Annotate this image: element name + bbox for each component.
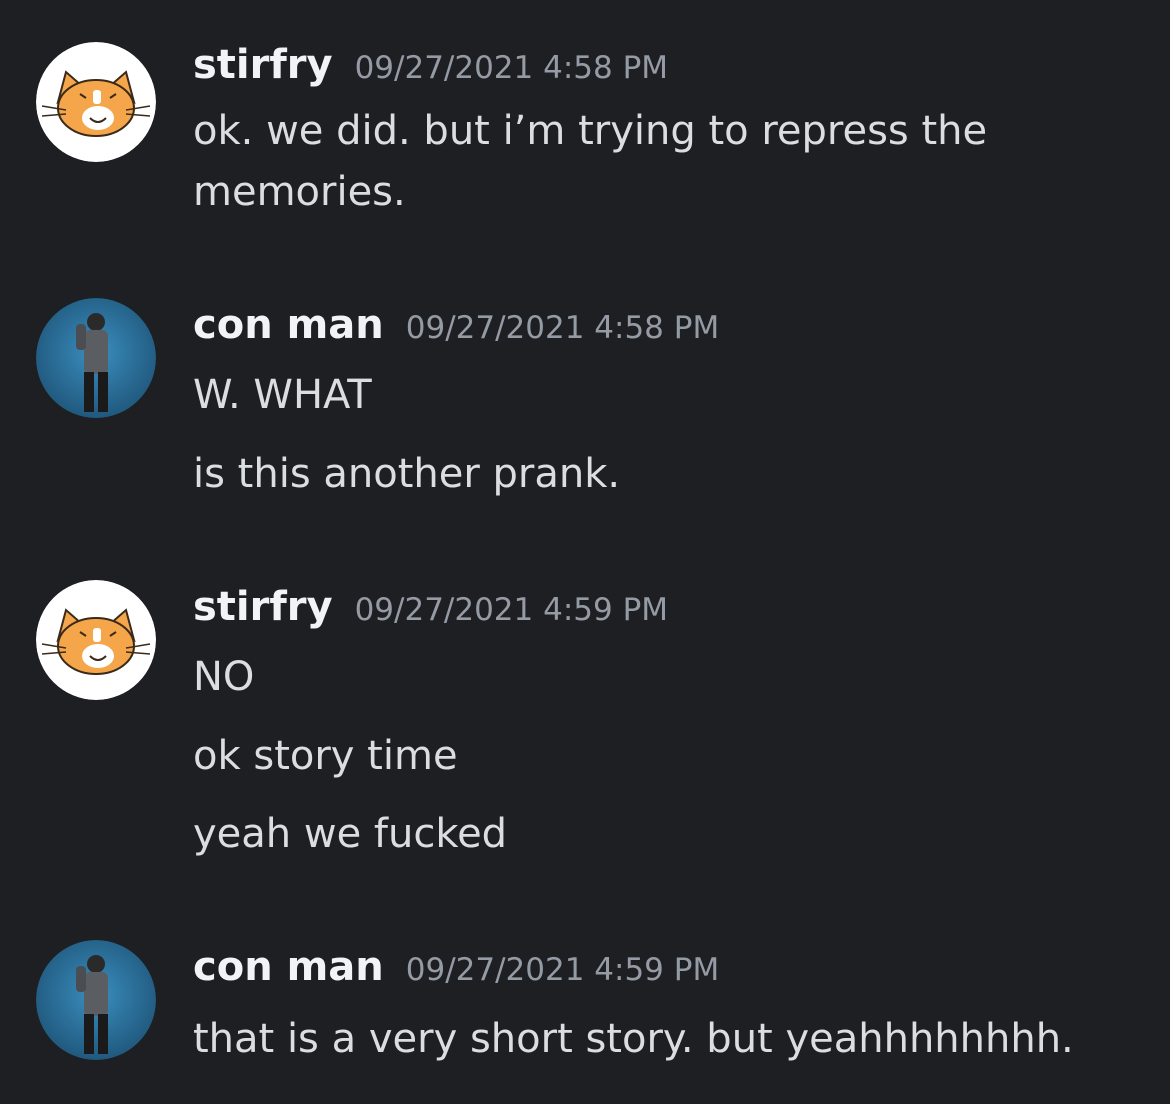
message-text: yeah we fucked	[193, 811, 508, 857]
message-text: memories.	[193, 169, 406, 215]
username[interactable]: stirfry	[193, 584, 333, 630]
message-text: ok. we did. but i’m trying to repress th…	[193, 108, 988, 154]
avatar[interactable]	[36, 580, 156, 700]
message-text: W. WHAT	[193, 372, 372, 418]
message-header: con man 09/27/2021 4:59 PM	[193, 944, 719, 990]
avatar[interactable]	[36, 940, 156, 1060]
username[interactable]: stirfry	[193, 42, 333, 88]
person-photo-icon	[36, 298, 156, 418]
avatar[interactable]	[36, 42, 156, 162]
avatar[interactable]	[36, 298, 156, 418]
person-photo-icon	[36, 940, 156, 1060]
timestamp: 09/27/2021 4:58 PM	[354, 50, 669, 86]
message-text: is this another prank.	[193, 451, 621, 497]
message-header: stirfry 09/27/2021 4:59 PM	[193, 584, 668, 630]
username[interactable]: con man	[193, 944, 384, 990]
orange-cat-icon	[36, 580, 156, 700]
message-header: con man 09/27/2021 4:58 PM	[193, 302, 719, 348]
timestamp: 09/27/2021 4:59 PM	[354, 592, 669, 628]
timestamp: 09/27/2021 4:58 PM	[405, 310, 720, 346]
orange-cat-icon	[36, 42, 156, 162]
message-text: NO	[193, 654, 255, 700]
timestamp: 09/27/2021 4:59 PM	[405, 952, 720, 988]
message-text: that is a very short story. but yeahhhhh…	[193, 1016, 1074, 1062]
username[interactable]: con man	[193, 302, 384, 348]
message-header: stirfry 09/27/2021 4:58 PM	[193, 42, 668, 88]
message-text: ok story time	[193, 733, 458, 779]
